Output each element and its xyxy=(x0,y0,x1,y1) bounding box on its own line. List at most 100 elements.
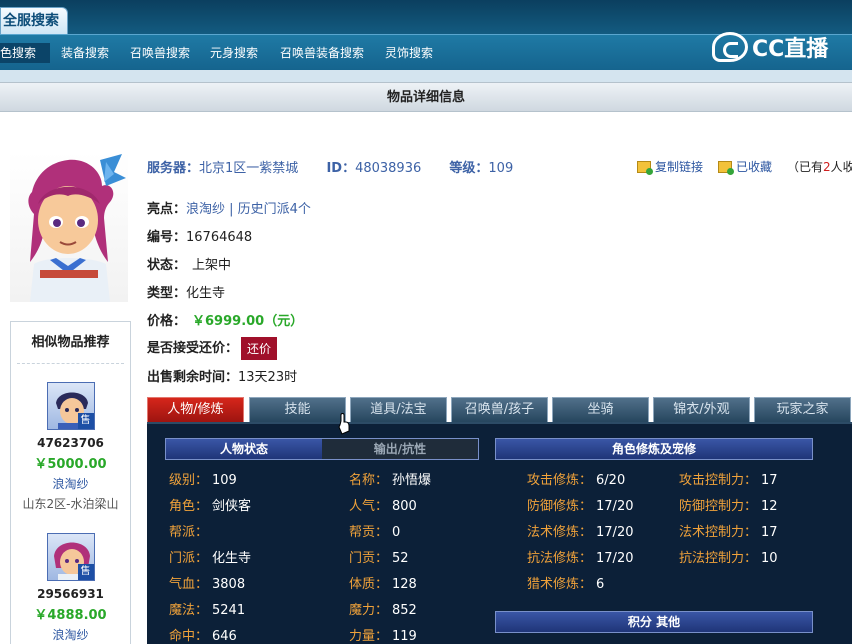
stat-hp: 气血： 3808 xyxy=(169,577,246,592)
similar-items-sidebar: 相似物品推荐 售 47623706 ￥5000.00 浪淘纱 山东2区-水泊梁山… xyxy=(10,321,131,644)
ctrl-spell: 法术控制力： 17 xyxy=(679,525,778,540)
fav-count-value: 2 xyxy=(823,159,831,174)
tab-outfits[interactable]: 锦衣/外观 xyxy=(653,397,750,422)
stat-school: 门派： 化生寺 xyxy=(169,551,252,566)
rec-server: 山东2区-水泊梁山 xyxy=(22,497,119,511)
copy-link-label: 复制链接 xyxy=(655,160,704,174)
sidebar-title: 相似物品推荐 xyxy=(17,322,124,364)
stat-school-contribution: 门贡： 52 xyxy=(349,551,409,566)
rec-price: ￥5000.00 xyxy=(34,457,107,472)
favorite-label: 已收藏 xyxy=(736,160,773,174)
rec-thumbnail[interactable]: 售 xyxy=(46,533,95,581)
stat-constitution: 体质： 128 xyxy=(349,577,417,592)
highlight-label: 亮点： xyxy=(147,202,187,217)
stat-name: 名称： 孙悟爆 xyxy=(349,473,432,488)
counter-offer-button[interactable]: 还价 xyxy=(241,337,278,360)
rec-thumbnail[interactable]: 售 xyxy=(46,382,95,430)
score-section-header: 积分 其他 xyxy=(495,611,813,633)
server-value: 北京1区一紫禁城 xyxy=(199,161,299,176)
tab-character-status[interactable]: 人物状态 xyxy=(166,439,322,459)
fav-suffix: 人收藏 xyxy=(830,160,852,174)
stat-popularity: 人气： 800 xyxy=(349,499,417,514)
number-value: 16764648 xyxy=(186,230,253,245)
stat-hit: 命中： 646 xyxy=(169,629,237,644)
cultivation-section-header: 角色修炼及宠修 xyxy=(495,438,813,460)
favorite-button[interactable]: 已收藏 xyxy=(718,158,772,175)
status-section-header: 人物状态 输出/抗性 xyxy=(165,438,479,460)
stat-guild-contribution: 帮贡： 0 xyxy=(349,525,401,540)
copy-link-icon xyxy=(637,160,653,175)
nav-accessory-search[interactable]: 灵饰搜索 xyxy=(385,45,433,61)
cult-defense: 防御修炼： 17/20 xyxy=(527,499,634,514)
tab-summons-children[interactable]: 召唤兽/孩子 xyxy=(451,397,548,422)
status-value: 上架中 xyxy=(192,258,232,273)
sale-badge: 售 xyxy=(77,564,94,580)
nav-equipment-search[interactable]: 装备搜索 xyxy=(61,45,109,61)
server-label: 服务器： xyxy=(147,161,200,176)
stat-level: 级别： 109 xyxy=(169,473,237,488)
server-info-row: 服务器：北京1区一紫禁城 ID：48038936 等级：109 xyxy=(147,157,513,176)
favorite-icon xyxy=(718,160,734,175)
tab-skills[interactable]: 技能 xyxy=(249,397,346,422)
number-row: 编号：16764648 xyxy=(147,226,252,245)
highlight-row: 亮点：浪淘纱 | 历史门派4个 xyxy=(147,198,311,217)
mouse-pointer-icon xyxy=(338,413,350,435)
tab-output-resistance[interactable]: 输出/抗性 xyxy=(322,439,478,459)
stat-role: 角色： 剑侠客 xyxy=(169,499,252,514)
rec-id: 29566931 xyxy=(37,587,104,601)
type-row: 类型：化生寺 xyxy=(147,282,225,301)
logo-text: CC直播 xyxy=(752,37,829,62)
cult-spell: 法术修炼： 17/20 xyxy=(527,525,634,540)
character-portrait xyxy=(10,152,128,302)
time-left-row: 出售剩余时间：13天23时 xyxy=(147,366,297,385)
ctrl-defense: 防御控制力： 12 xyxy=(679,499,778,514)
stat-mp: 魔法： 5241 xyxy=(169,603,246,618)
id-label: ID： xyxy=(326,161,356,176)
stat-magic: 魔力： 852 xyxy=(349,603,417,618)
bargain-label: 是否接受还价： xyxy=(147,341,239,356)
highlight-value[interactable]: 浪淘纱 | 历史门派4个 xyxy=(186,202,311,217)
price-value: ￥6999.00（元） xyxy=(192,314,304,329)
ctrl-resist: 抗法控制力： 10 xyxy=(679,551,778,566)
swordsman-portrait-icon xyxy=(28,154,126,302)
header-divider xyxy=(0,70,852,82)
tab-mounts[interactable]: 坐骑 xyxy=(552,397,649,422)
level-value: 109 xyxy=(488,161,514,176)
nav-role-search[interactable]: 角色搜索 xyxy=(0,43,50,63)
stat-guild: 帮派： xyxy=(169,525,209,540)
fav-prefix: （已有 xyxy=(787,160,824,174)
detail-panel: 人物状态 输出/抗性 角色修炼及宠修 积分 其他 级别： 109 角色： 剑侠客 帮… xyxy=(147,422,852,644)
type-label: 类型： xyxy=(147,286,187,301)
number-label: 编号： xyxy=(147,230,187,245)
tab-global-search[interactable]: 全服搜索 xyxy=(0,7,68,34)
list-item[interactable]: 售 47623706 ￥5000.00 浪淘纱 山东2区-水泊梁山 xyxy=(11,382,130,512)
nav-summon-equip-search[interactable]: 召唤兽装备搜索 xyxy=(280,45,364,61)
rec-name[interactable]: 浪淘纱 xyxy=(11,475,130,492)
favorite-count: （已有2人收藏 xyxy=(787,158,852,175)
bargain-row: 是否接受还价： 还价 xyxy=(147,337,278,360)
nav-avatar-search[interactable]: 元身搜索 xyxy=(210,45,258,61)
tab-items-treasures[interactable]: 道具/法宝 xyxy=(350,397,447,422)
cult-resist: 抗法修炼： 17/20 xyxy=(527,551,634,566)
cc-logo-icon xyxy=(712,32,748,62)
ctrl-attack: 攻击控制力： 17 xyxy=(679,473,778,488)
type-value: 化生寺 xyxy=(186,286,226,301)
cc-live-logo: CC直播 xyxy=(712,30,832,64)
cult-attack: 攻击修炼： 6/20 xyxy=(527,473,626,488)
sale-badge: 售 xyxy=(77,413,94,429)
nav-summon-search[interactable]: 召唤兽搜索 xyxy=(130,45,190,61)
status-label: 状态： xyxy=(147,258,187,273)
status-row: 状态： 上架中 xyxy=(147,254,231,273)
time-left-value: 13天23时 xyxy=(238,370,298,385)
copy-link-button[interactable]: 复制链接 xyxy=(637,158,703,175)
list-item[interactable]: 售 29566931 ￥4888.00 浪淘纱 xyxy=(11,533,130,643)
tab-player-home[interactable]: 玩家之家 xyxy=(754,397,851,422)
rec-price: ￥4888.00 xyxy=(34,608,107,623)
rec-id: 47623706 xyxy=(37,436,104,450)
id-value: 48038936 xyxy=(355,161,422,176)
time-left-label: 出售剩余时间： xyxy=(147,370,239,385)
tab-character-cultivation[interactable]: 人物/修炼 xyxy=(147,397,244,422)
level-label: 等级： xyxy=(449,161,489,176)
rec-name[interactable]: 浪淘纱 xyxy=(11,626,130,643)
stat-strength: 力量： 119 xyxy=(349,629,417,644)
